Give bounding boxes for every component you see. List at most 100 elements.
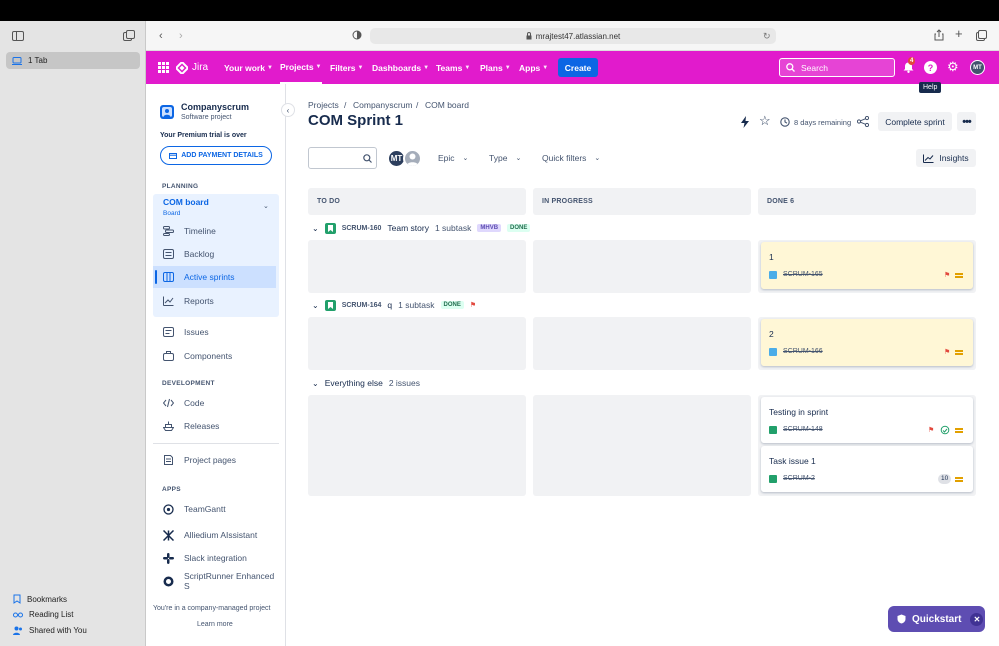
- nav-dashboards[interactable]: Dashboards ▼: [372, 51, 429, 84]
- sidebar-item-slack[interactable]: Slack integration: [153, 547, 276, 569]
- help-icon[interactable]: ?: [924, 61, 937, 74]
- issue-summary: q: [387, 300, 393, 310]
- shared-label: Shared with You: [29, 626, 87, 635]
- sidebar-item-components[interactable]: Components: [153, 345, 276, 367]
- shared-with-you-item[interactable]: Shared with You: [13, 626, 87, 635]
- sidebar-item-code[interactable]: Code: [153, 392, 276, 414]
- issue-card[interactable]: Testing in sprint SCRUM-148 ⚑: [761, 397, 973, 443]
- more-actions-icon[interactable]: •••: [957, 112, 976, 131]
- sidebar-item-active-sprints[interactable]: Active sprints: [153, 266, 276, 288]
- back-icon[interactable]: ‹: [159, 30, 163, 42]
- complete-sprint-button[interactable]: Complete sprint: [878, 112, 952, 131]
- nav-your-work-label: Your work: [224, 62, 265, 73]
- tab-group-item[interactable]: 1 Tab: [6, 52, 140, 69]
- issue-key: SCRUM-164: [341, 301, 382, 309]
- chevron-down-icon: ⌄: [312, 223, 319, 233]
- nav-plans[interactable]: Plans ▼: [480, 51, 511, 84]
- nav-apps[interactable]: Apps ▼: [519, 51, 548, 84]
- unassigned-avatar[interactable]: [403, 149, 422, 168]
- reports-icon: [163, 296, 174, 306]
- settings-icon[interactable]: ⚙: [947, 60, 959, 74]
- forward-icon[interactable]: ›: [179, 30, 183, 42]
- jira-logo[interactable]: Jira: [176, 51, 208, 84]
- create-button[interactable]: Create: [558, 58, 598, 77]
- nav-filters[interactable]: Filters ▼: [330, 51, 363, 84]
- sidebar-toggle-icon[interactable]: [12, 31, 24, 41]
- credit-card-icon: [169, 152, 178, 159]
- share-icon[interactable]: [857, 116, 869, 127]
- page-title: COM Sprint 1: [308, 112, 404, 129]
- learn-more-link[interactable]: Learn more: [197, 621, 233, 628]
- breadcrumb-project[interactable]: Companyscrum: [353, 100, 413, 110]
- nav-teams[interactable]: Teams ▼: [436, 51, 470, 84]
- issue-card[interactable]: 1 SCRUM-165 ⚑: [761, 242, 973, 289]
- sidebar-item-scriptrunner[interactable]: ScriptRunner Enhanced S: [153, 570, 276, 592]
- nav-plans-label: Plans: [480, 62, 503, 73]
- sidebar-item-label: Reports: [184, 296, 214, 306]
- sidebar-item-reports[interactable]: Reports: [153, 290, 276, 312]
- browser-sidebar: 1 Tab Bookmarks Reading List Shared with…: [0, 21, 146, 646]
- nav-filters-label: Filters: [330, 62, 356, 73]
- sidebar-item-timeline[interactable]: Timeline: [153, 220, 276, 242]
- tab-overview-icon[interactable]: [123, 30, 135, 42]
- insights-button[interactable]: Insights: [916, 149, 976, 167]
- quickstart-label: Quickstart: [912, 613, 962, 625]
- reading-list-item[interactable]: Reading List: [13, 610, 73, 619]
- timeline-icon: [163, 226, 174, 236]
- sidebar-item-teamgantt[interactable]: TeamGantt: [153, 498, 276, 520]
- board-name[interactable]: COM board: [163, 197, 209, 207]
- automation-icon[interactable]: [740, 116, 750, 128]
- app-switcher-icon[interactable]: [158, 62, 169, 73]
- chevron-down-icon[interactable]: ⌄: [263, 202, 269, 210]
- sidebar-item-releases[interactable]: Releases: [153, 415, 276, 437]
- priority-medium-icon: [955, 273, 963, 275]
- issue-count: 2 issues: [388, 378, 421, 388]
- nav-apps-label: Apps: [519, 62, 541, 73]
- issue-card[interactable]: Task issue 1 SCRUM-2 10: [761, 446, 973, 492]
- share-icon[interactable]: [934, 29, 944, 41]
- breadcrumb-separator: /: [416, 100, 419, 110]
- quick-filters[interactable]: Quick filters ⌄: [542, 150, 600, 166]
- tab-overview-icon[interactable]: [976, 30, 987, 41]
- breadcrumb-board[interactable]: COM board: [425, 100, 469, 110]
- star-icon[interactable]: ☆: [759, 114, 771, 128]
- tab-group-label: 1 Tab: [28, 56, 48, 65]
- nav-dashboards-label: Dashboards: [372, 62, 422, 73]
- breadcrumb-projects[interactable]: Projects: [308, 100, 339, 110]
- column-title: IN PROGRESS: [542, 198, 593, 205]
- nav-your-work[interactable]: Your work ▼: [224, 51, 273, 84]
- alliedium-icon: [163, 529, 174, 541]
- type-filter[interactable]: Type ⌄: [489, 150, 521, 166]
- sidebar-item-label: Releases: [184, 421, 220, 431]
- privacy-report-icon[interactable]: [352, 30, 362, 40]
- card-title: 1: [769, 252, 774, 262]
- jira-top-nav: Jira Your work ▼ Projects ▼ Filters ▼ Dashb…: [146, 51, 999, 84]
- search-input[interactable]: Search: [779, 58, 895, 77]
- swimlane-header-everything-else[interactable]: ⌄ Everything else 2 issues: [312, 375, 420, 391]
- add-payment-button[interactable]: ADD PAYMENT DETAILS: [160, 146, 272, 165]
- story-icon: [324, 299, 336, 311]
- issue-card[interactable]: 2 SCRUM-166 ⚑: [761, 319, 973, 366]
- nav-projects[interactable]: Projects ▼: [280, 51, 322, 84]
- people-icon: [13, 626, 22, 635]
- new-tab-icon[interactable]: +: [955, 26, 963, 41]
- reload-icon[interactable]: ↻: [763, 31, 771, 42]
- address-bar[interactable]: mrajtest47.atlassian.net: [370, 28, 776, 44]
- card-title: 2: [769, 329, 774, 339]
- sidebar-item-backlog[interactable]: Backlog: [153, 243, 276, 265]
- board-search-input[interactable]: [308, 147, 377, 169]
- swimlane-header[interactable]: ⌄ SCRUM-160 Team story 1 subtask MHVB DO…: [312, 220, 531, 236]
- type-filter-label: Type: [489, 153, 508, 163]
- sidebar-item-issues[interactable]: Issues: [153, 321, 276, 343]
- close-icon[interactable]: ✕: [970, 612, 984, 626]
- sidebar-item-alliedium[interactable]: Alliedium AIssistant: [153, 524, 276, 546]
- swimlane-header[interactable]: ⌄ SCRUM-164 q 1 subtask DONE ⚑: [312, 297, 476, 313]
- project-name[interactable]: Companyscrum: [181, 102, 249, 112]
- browser-toolbar: ‹ › mrajtest47.atlassian.net ↻ +: [146, 21, 999, 51]
- sidebar-item-project-pages[interactable]: Project pages: [153, 449, 276, 471]
- epic-filter[interactable]: Epic ⌄: [438, 150, 468, 166]
- bookmarks-item[interactable]: Bookmarks: [13, 594, 67, 604]
- quickstart-button[interactable]: Quickstart ✕: [888, 606, 985, 632]
- collapse-sidebar-button[interactable]: ‹: [281, 103, 295, 117]
- profile-avatar[interactable]: MT: [970, 60, 985, 75]
